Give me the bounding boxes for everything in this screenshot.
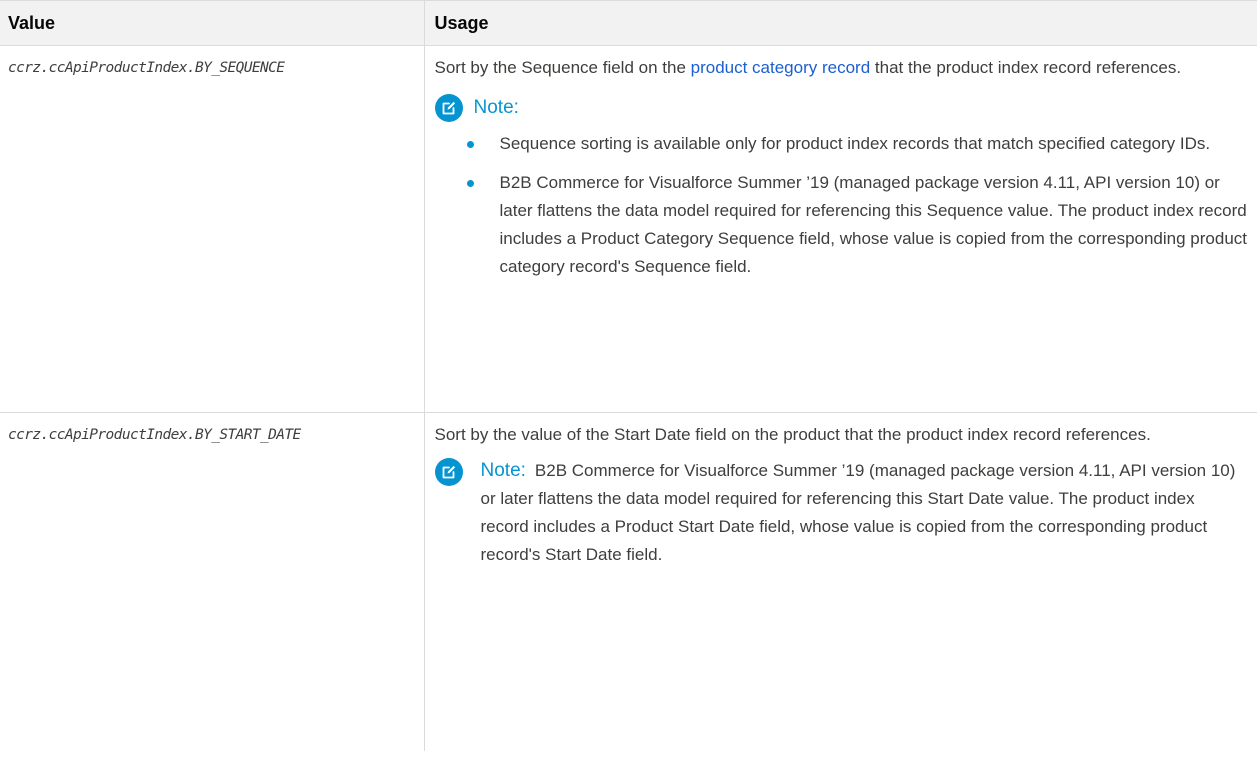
table-row: ccrz.ccApiProductIndex.BY_SEQUENCE Sort … — [0, 45, 1257, 413]
note-block: Note: B2B Commerce for Visualforce Summer… — [434, 457, 1248, 569]
usage-text-before: Sort by the Sequence field on the — [434, 58, 691, 77]
usage-cell: Sort by the Sequence field on the produc… — [424, 45, 1257, 413]
usage-text: Sort by the Sequence field on the produc… — [435, 54, 1248, 82]
note-text: B2B Commerce for Visualforce Summer ’19 … — [480, 461, 1236, 564]
edit-note-icon — [434, 458, 463, 486]
usage-text-after: that the product index record references… — [870, 58, 1182, 77]
table-row: ccrz.ccApiProductIndex.BY_START_DATE Sor… — [0, 412, 1257, 752]
table-header-row: Value Usage — [0, 0, 1257, 46]
value-usage-table: Value Usage ccrz.ccApiProductIndex.BY_SE… — [0, 0, 1257, 751]
note-label: Note: — [480, 460, 526, 481]
product-category-record-link[interactable]: product category record — [691, 58, 871, 77]
note-list: Sequence sorting is available only for p… — [435, 130, 1248, 281]
column-header-value: Value — [0, 0, 425, 46]
value-cell: ccrz.ccApiProductIndex.BY_START_DATE — [0, 412, 425, 751]
usage-text: Sort by the value of the Start Date fiel… — [434, 425, 1151, 444]
note-header: Note: — [434, 94, 1248, 122]
note-list-item: Sequence sorting is available only for p… — [466, 130, 1248, 158]
usage-cell: Sort by the value of the Start Date fiel… — [424, 413, 1257, 752]
note-content: Note: B2B Commerce for Visualforce Summer… — [481, 457, 1248, 569]
value-cell: ccrz.ccApiProductIndex.BY_SEQUENCE — [0, 45, 425, 413]
column-header-usage: Usage — [424, 0, 1257, 46]
edit-note-icon — [434, 94, 463, 122]
note-list-item: B2B Commerce for Visualforce Summer ’19 … — [466, 169, 1247, 281]
note-label: Note: — [473, 97, 519, 118]
